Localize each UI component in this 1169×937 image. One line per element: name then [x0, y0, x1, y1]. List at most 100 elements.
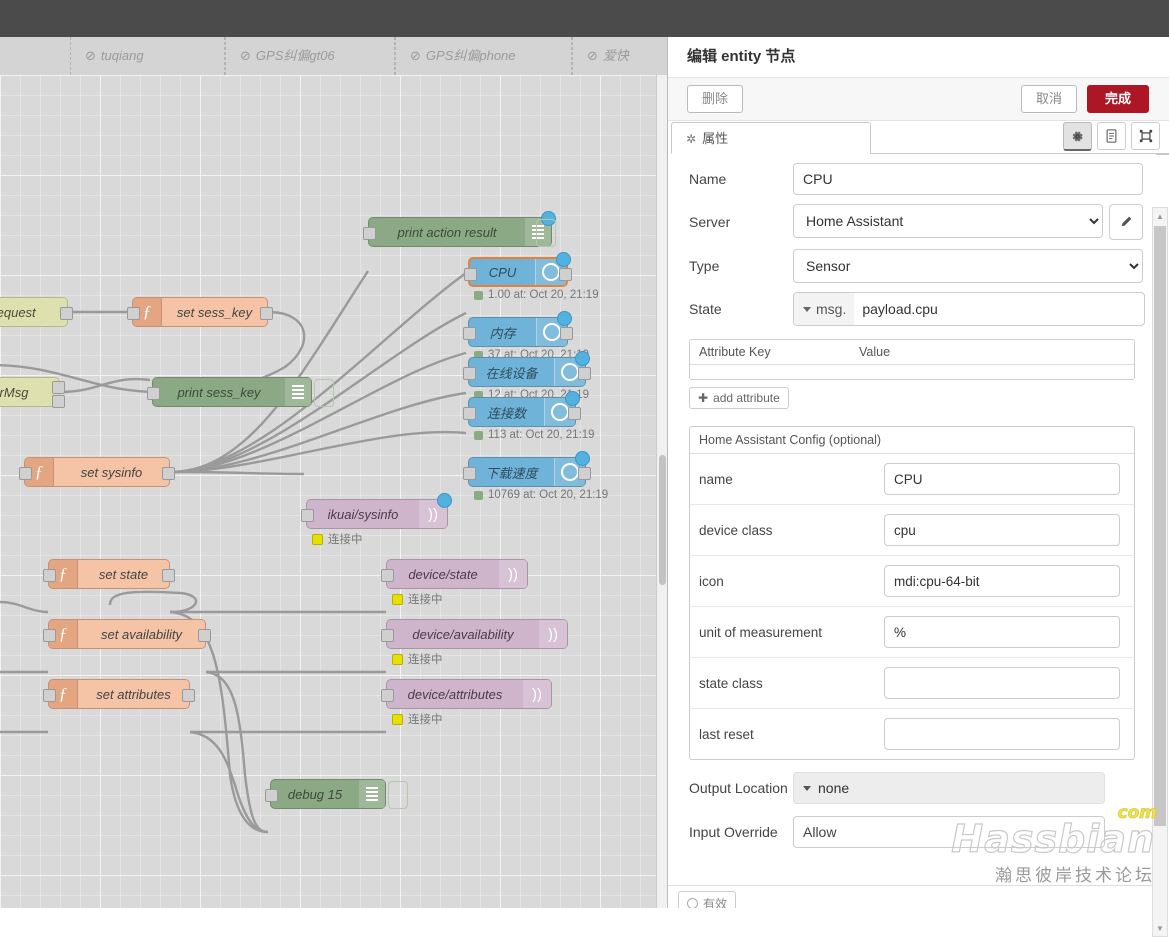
- node-set-sysinfo[interactable]: ƒ set sysinfo: [19, 457, 175, 487]
- input-override-field[interactable]: Allow: [793, 816, 1105, 848]
- ha-last-reset-input[interactable]: [884, 718, 1120, 750]
- node-print-sess-key[interactable]: print sess_key: [147, 377, 312, 407]
- node-device-state[interactable]: device/state )): [381, 559, 528, 589]
- node-set-state[interactable]: ƒ set state: [43, 559, 175, 589]
- state-type-label: msg.: [816, 301, 847, 317]
- node-debug-15[interactable]: debug 15: [265, 779, 386, 809]
- state-type-selector[interactable]: msg.: [794, 293, 855, 325]
- node-badge: [575, 351, 590, 366]
- node-print-action-result[interactable]: print action result: [363, 211, 556, 247]
- node-input-port[interactable]: [43, 629, 56, 642]
- ha-state-class-input[interactable]: [884, 667, 1120, 699]
- debug-icon: [359, 780, 385, 808]
- cancel-button[interactable]: 取消: [1020, 85, 1077, 113]
- node-badge: [556, 252, 571, 267]
- description-icon-button[interactable]: [1097, 122, 1126, 150]
- flow-tab[interactable]: ⊘ tuqiang: [70, 37, 225, 75]
- node-output-port[interactable]: [162, 467, 175, 480]
- node-input-port[interactable]: [19, 467, 32, 480]
- node-output-port[interactable]: [52, 395, 65, 408]
- node-input-port[interactable]: [464, 268, 477, 281]
- node-input-port[interactable]: [127, 307, 140, 320]
- node-cpu[interactable]: CPU: [464, 252, 572, 287]
- node-output-port[interactable]: [52, 381, 65, 394]
- ha-icon-input[interactable]: [884, 565, 1120, 597]
- node-input-port[interactable]: [463, 367, 476, 380]
- status-text: 连接中: [408, 654, 443, 666]
- dialog-title: 编辑 entity 节点: [668, 37, 1169, 78]
- pencil-icon: [1121, 216, 1132, 227]
- scroll-up-icon[interactable]: ▲: [1153, 209, 1167, 223]
- node-download-speed[interactable]: 下载速度: [463, 451, 591, 487]
- flow-tab[interactable]: ⊘ 爱快: [572, 37, 668, 75]
- ha-unit-input[interactable]: [884, 616, 1120, 648]
- node-device-attributes[interactable]: device/attributes )): [381, 679, 552, 709]
- state-typed-input[interactable]: msg. payload.cpu: [793, 292, 1145, 326]
- name-input[interactable]: [793, 163, 1143, 195]
- add-attribute-button[interactable]: ✚ add attribute: [689, 387, 789, 409]
- disabled-icon: ⊘: [410, 48, 421, 63]
- flow-tab[interactable]: ⊘ GPS纠偏phone: [395, 37, 572, 75]
- node-online-devices[interactable]: 在线设备: [463, 351, 591, 387]
- node-input-port[interactable]: [381, 689, 394, 702]
- type-select[interactable]: Sensor: [793, 249, 1143, 283]
- node-err-msg[interactable]: ErrMsg: [0, 377, 65, 408]
- node-device-availability[interactable]: device/availability )): [381, 619, 568, 649]
- node-input-port[interactable]: [381, 569, 394, 582]
- node-input-port[interactable]: [463, 467, 476, 480]
- node-memory[interactable]: 内存: [463, 311, 573, 347]
- node-output-port[interactable]: [260, 307, 273, 320]
- ha-name-input[interactable]: [884, 463, 1120, 495]
- node-connections[interactable]: 连接数: [463, 391, 581, 427]
- scrollbar-thumb[interactable]: [659, 455, 666, 585]
- done-button[interactable]: 完成: [1086, 85, 1149, 113]
- gear-icon-button[interactable]: [1063, 122, 1092, 151]
- server-select[interactable]: Home Assistant: [793, 204, 1104, 238]
- node-output-port[interactable]: [559, 268, 572, 281]
- node-set-availability[interactable]: ƒ set availability: [43, 619, 211, 649]
- node-input-port[interactable]: [43, 689, 56, 702]
- node-input-port[interactable]: [43, 569, 56, 582]
- node-input-port[interactable]: [363, 227, 376, 240]
- node-output-port[interactable]: [578, 367, 591, 380]
- node-request[interactable]: request: [0, 297, 73, 327]
- debug-endcap: [314, 379, 334, 407]
- gear-icon: ✲: [686, 132, 697, 146]
- node-output-port[interactable]: [578, 467, 591, 480]
- type-label: Type: [689, 258, 720, 274]
- node-output-port[interactable]: [182, 689, 195, 702]
- node-ikuai-sysinfo[interactable]: ikuai/sysinfo )): [301, 493, 452, 529]
- node-output-port[interactable]: [60, 307, 73, 320]
- delete-button[interactable]: 删除: [687, 85, 744, 113]
- scrollbar-thumb[interactable]: [1154, 226, 1166, 826]
- node-input-port[interactable]: [265, 789, 278, 802]
- debug-endcap: [388, 781, 408, 809]
- node-input-port[interactable]: [463, 327, 476, 340]
- flow-canvas[interactable]: ⊘ tuqiang ⊘ GPS纠偏gt06 ⊘ GPS纠偏phone ⊘ 爱快: [0, 37, 668, 908]
- appearance-icon-button[interactable]: [1131, 122, 1160, 150]
- node-output-port[interactable]: [568, 407, 581, 420]
- edit-server-button[interactable]: [1109, 204, 1143, 240]
- attribute-value-header: Value: [859, 345, 891, 359]
- node-output-port[interactable]: [198, 629, 211, 642]
- status-dot: [392, 713, 403, 725]
- enable-toggle-button[interactable]: 有效: [678, 891, 737, 908]
- flow-tab[interactable]: ⊘ GPS纠偏gt06: [225, 37, 395, 75]
- ha-device-class-input[interactable]: [884, 514, 1120, 546]
- node-set-attributes[interactable]: ƒ set attributes: [43, 679, 195, 709]
- scroll-down-icon[interactable]: ▼: [1153, 921, 1167, 935]
- dialog-vertical-scrollbar[interactable]: ▲ ▼: [1152, 207, 1168, 937]
- node-output-port[interactable]: [162, 569, 175, 582]
- state-value[interactable]: payload.cpu: [854, 301, 1144, 317]
- node-input-port[interactable]: [301, 509, 314, 522]
- node-set-sess-key[interactable]: ƒ set sess_key: [127, 297, 273, 327]
- status-text: 连接中: [408, 594, 443, 606]
- output-location-field[interactable]: none: [793, 772, 1105, 804]
- node-output-port[interactable]: [560, 327, 573, 340]
- node-input-port[interactable]: [463, 407, 476, 420]
- tab-properties[interactable]: ✲ 属性: [671, 122, 871, 154]
- node-input-port[interactable]: [147, 387, 160, 400]
- form-row-name: Name: [668, 154, 1156, 195]
- flow-tab-bar[interactable]: ⊘ tuqiang ⊘ GPS纠偏gt06 ⊘ GPS纠偏phone ⊘ 爱快: [0, 37, 668, 76]
- node-input-port[interactable]: [381, 629, 394, 642]
